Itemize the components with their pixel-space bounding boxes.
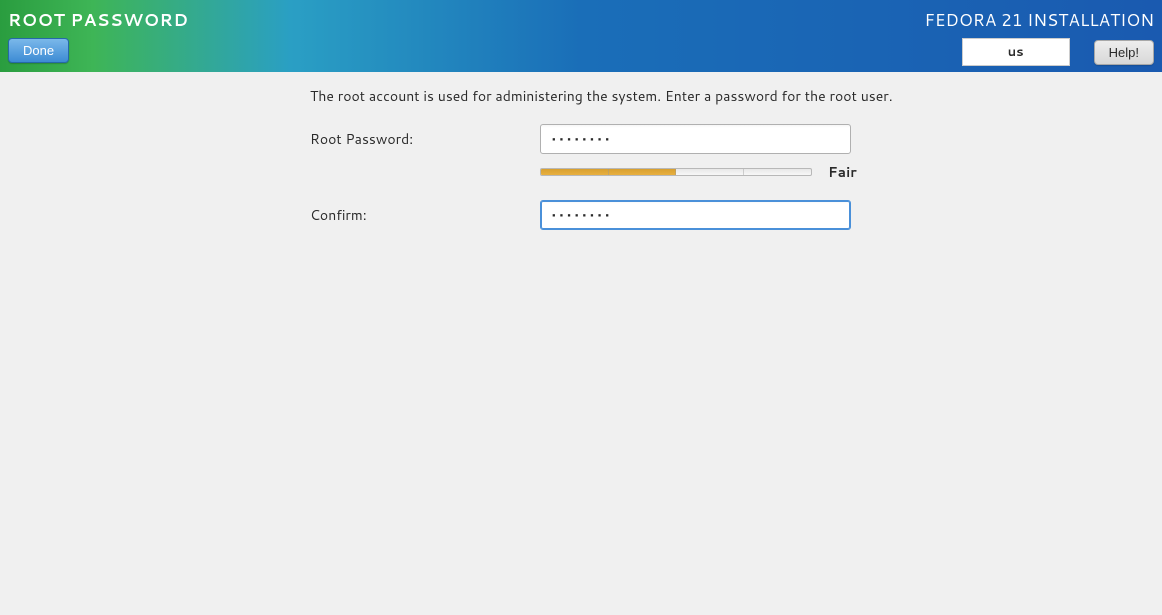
password-row: Root Password:	[310, 124, 1162, 154]
strength-segment	[541, 169, 609, 175]
installer-title: FEDORA 21 INSTALLATION	[925, 8, 1154, 32]
header-right: FEDORA 21 INSTALLATION us Help!	[925, 0, 1162, 66]
confirm-row: Confirm:	[310, 200, 1162, 230]
confirm-label: Confirm:	[310, 205, 540, 225]
password-strength-bar	[540, 168, 812, 176]
description-text: The root account is used for administeri…	[310, 86, 1162, 106]
header-bar: ROOT PASSWORD Done FEDORA 21 INSTALLATIO…	[0, 0, 1162, 72]
root-password-input[interactable]	[540, 124, 851, 154]
strength-label: Fair	[828, 162, 857, 182]
strength-segment	[676, 169, 744, 175]
header-left: ROOT PASSWORD Done	[0, 0, 197, 63]
strength-segment	[744, 169, 812, 175]
header-buttons: us Help!	[962, 38, 1154, 66]
confirm-password-input[interactable]	[540, 200, 851, 230]
keyboard-layout-indicator[interactable]: us	[962, 38, 1070, 66]
page-title: ROOT PASSWORD	[8, 8, 189, 32]
help-button[interactable]: Help!	[1094, 40, 1154, 65]
content-area: The root account is used for administeri…	[0, 72, 1162, 230]
strength-segment	[609, 169, 677, 175]
done-button[interactable]: Done	[8, 38, 69, 63]
strength-row: Fair	[540, 162, 1162, 182]
password-label: Root Password:	[310, 129, 540, 149]
